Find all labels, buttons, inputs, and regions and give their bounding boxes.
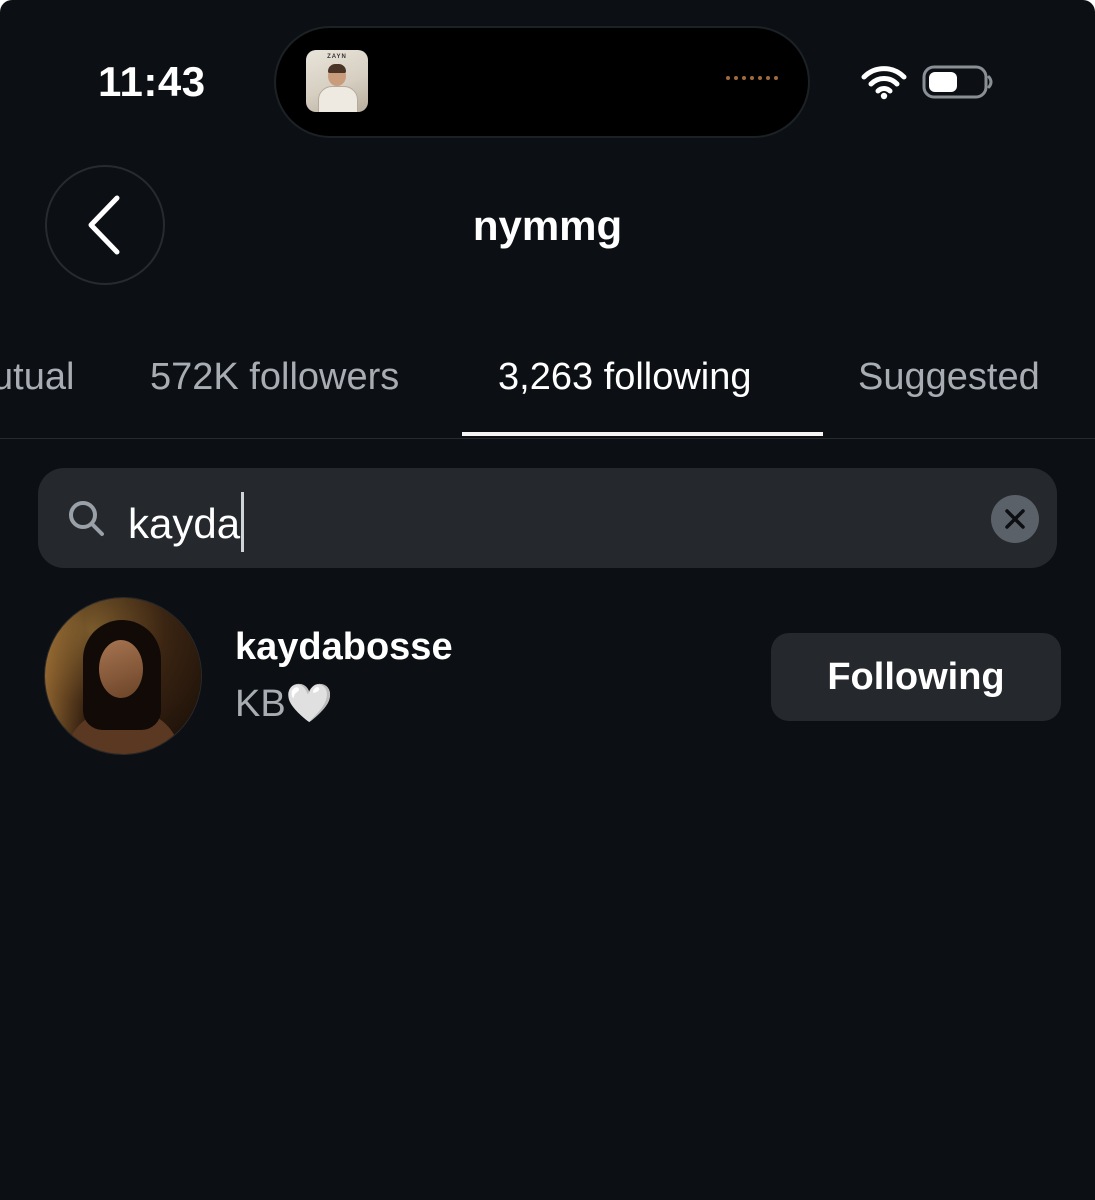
status-time: 11:43: [98, 58, 206, 105]
tab-bar: utual 572K followers 3,263 following Sug…: [0, 340, 1095, 439]
tab-followers[interactable]: 572K followers: [150, 356, 399, 399]
artwork-title: ZAYN: [327, 54, 347, 60]
tab-mutual[interactable]: utual: [0, 356, 74, 399]
screen-surface: 11:43 ZAYN nymmg utual 572K followers 3,…: [0, 0, 1095, 1200]
search-icon: [69, 501, 104, 536]
now-playing-artwork[interactable]: ZAYN: [306, 50, 368, 112]
artwork-figure-hair: [328, 64, 346, 73]
avatar[interactable]: [45, 598, 201, 754]
page-title: nymmg: [472, 202, 623, 249]
audio-waveform-icon: [726, 76, 778, 80]
search-query-text: kayda: [128, 500, 241, 547]
close-icon: [1005, 509, 1025, 529]
list-item[interactable]: kaydabosse KB🤍 Following: [0, 596, 1095, 758]
full-name: KB🤍: [235, 683, 334, 725]
following-button[interactable]: Following: [771, 633, 1061, 721]
username[interactable]: kaydabosse: [235, 626, 453, 669]
tab-suggested[interactable]: Suggested: [858, 356, 1040, 399]
wifi-icon: [861, 66, 907, 100]
dynamic-island[interactable]: ZAYN: [276, 28, 808, 136]
active-tab-indicator: [462, 432, 823, 436]
tab-following[interactable]: 3,263 following: [498, 356, 752, 399]
artwork-figure-body: [318, 86, 358, 112]
clear-search-button[interactable]: [991, 495, 1039, 543]
app-screen: 11:43 ZAYN nymmg utual 572K followers 3,…: [0, 0, 1095, 1200]
text-caret: [241, 492, 245, 552]
battery-icon: [922, 65, 993, 99]
search-input[interactable]: kayda: [38, 468, 1057, 568]
search-query[interactable]: kayda: [128, 492, 245, 552]
